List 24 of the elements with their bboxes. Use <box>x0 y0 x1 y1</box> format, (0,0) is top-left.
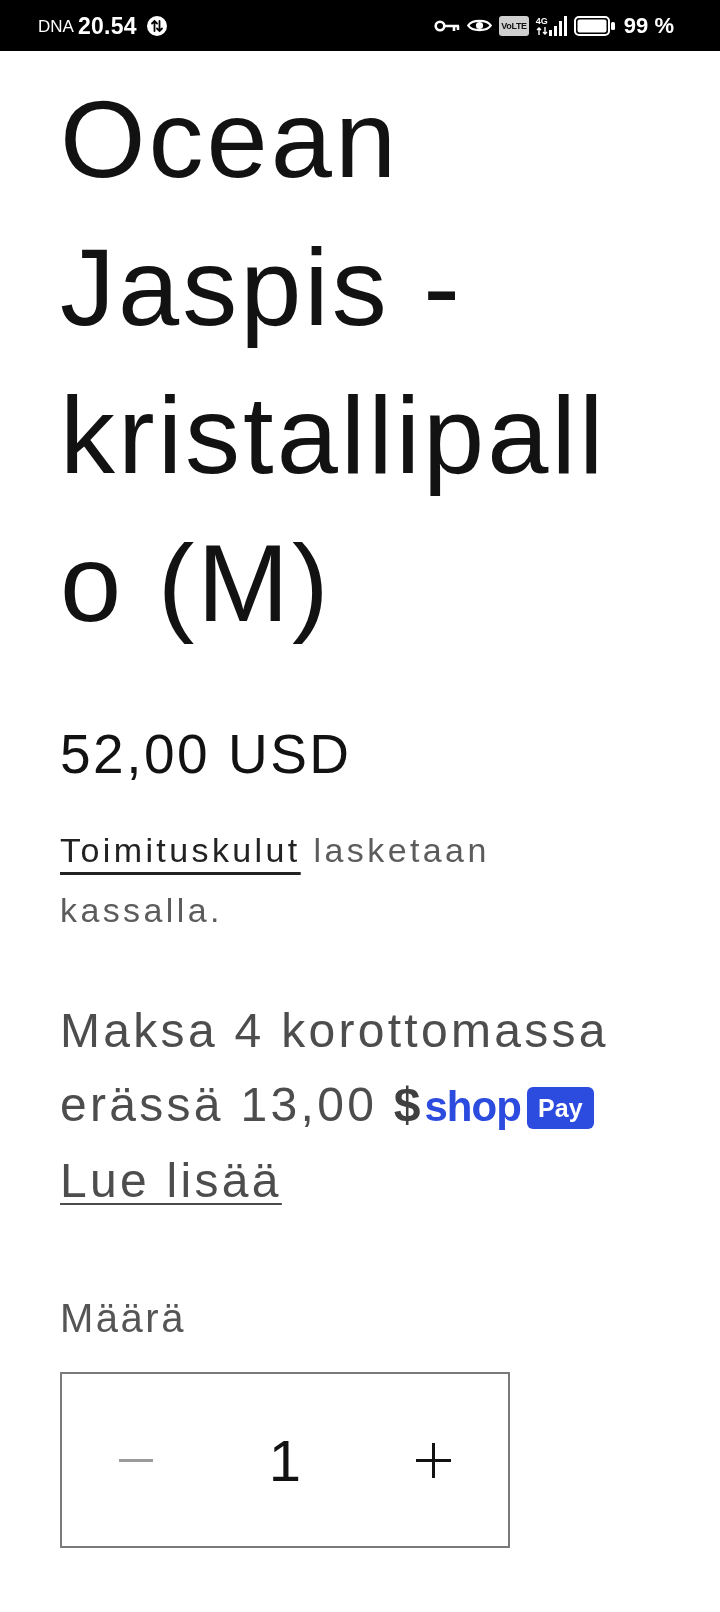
product-title: Ocean Jaspis - kristallipallo (M) <box>60 76 608 646</box>
battery-percent: 99 % <box>623 12 674 39</box>
pay-badge: Pay <box>526 1087 594 1130</box>
minus-icon <box>119 1458 154 1462</box>
data-arrows-icon <box>535 26 548 35</box>
carrier-label: DNA <box>38 17 74 37</box>
quantity-selector[interactable]: 1 <box>60 1372 510 1548</box>
shipping-link[interactable]: Toimituskulut <box>60 831 301 869</box>
arrows-circle-icon <box>146 15 167 36</box>
shop-wordmark: shop <box>424 1083 521 1130</box>
status-time: 20.54 <box>77 12 137 39</box>
installment-note: Maksa 4 korottomassa erässä 13,00 $shop Pay Lue lisää <box>60 1003 610 1209</box>
signal-bars-icon <box>548 15 567 36</box>
plus-icon <box>416 1442 452 1478</box>
volte-badge: VoLTE <box>499 15 529 36</box>
quantity-input[interactable]: 1 <box>210 1374 360 1546</box>
network-type-label: 4G <box>535 16 548 26</box>
eye-icon <box>467 18 493 33</box>
battery-icon <box>573 15 615 36</box>
key-icon <box>434 19 461 32</box>
learn-more-link[interactable]: Lue lisää <box>60 1154 282 1207</box>
product-price: 52,00 USD <box>60 722 352 787</box>
quantity-label: Määrä <box>60 1295 186 1342</box>
shipping-note: Toimituskulut lasketaan kassalla. <box>60 830 491 931</box>
